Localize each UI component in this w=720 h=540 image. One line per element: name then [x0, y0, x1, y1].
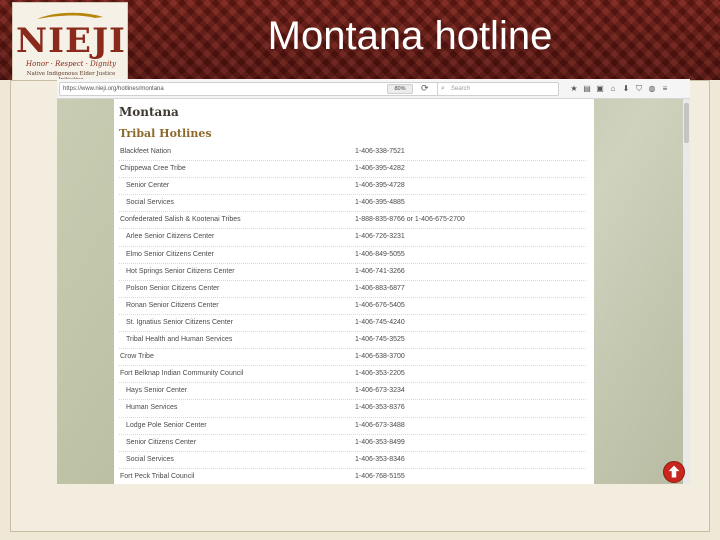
- hotline-name: Human Services: [126, 404, 178, 412]
- browser-window: https://www.nieji.org/hotlines/montana 8…: [57, 79, 690, 484]
- nieji-logo: NIEJI Honor · Respect · Dignity Native I…: [12, 2, 128, 83]
- hotline-name: Elmo Senior Citizens Center: [126, 250, 214, 258]
- clipboard-icon[interactable]: ▤: [582, 83, 592, 95]
- web-page: Montana Tribal Hotlines Blackfeet Nation…: [114, 99, 594, 484]
- hotline-name: Hot Springs Senior Citizens Center: [126, 267, 235, 275]
- hotline-name: Chippewa Cree Tribe: [120, 165, 186, 173]
- hotline-name: Fort Peck Tribal Council: [120, 472, 195, 480]
- menu-icon[interactable]: ≡: [660, 83, 670, 95]
- hotline-name: Tribal Health and Human Services: [126, 336, 233, 344]
- hotline-row: Fort Peck Tribal Council 1-406-768-5155: [119, 469, 586, 484]
- hotline-name: Senior Citizens Center: [126, 438, 197, 446]
- hotline-phone[interactable]: 1-406-395-4885: [355, 195, 405, 211]
- hotline-row: Senior Center 1-406-395-4728: [119, 178, 586, 196]
- logo-wordmark: NIEJI: [16, 21, 126, 61]
- hotline-phone[interactable]: 1-406-676-5405: [355, 298, 405, 314]
- hotline-row: Confederated Salish & Kootenai Tribes 1-8…: [119, 212, 586, 230]
- hotline-phone[interactable]: 1-406-673-3234: [355, 383, 405, 399]
- hotline-name: Polson Senior Citizens Center: [126, 284, 220, 292]
- hotline-phone[interactable]: 1-406-353-8346: [355, 452, 405, 468]
- hotline-phone[interactable]: 1-406-768-5155: [355, 469, 405, 484]
- logo-tagline: Honor · Respect · Dignity: [26, 60, 116, 68]
- slide-title: Montana hotline: [267, 14, 553, 58]
- star-icon[interactable]: ★: [569, 83, 579, 95]
- hotline-row: Hot Springs Senior Citizens Center 1-406-…: [119, 264, 586, 281]
- hotline-name: Crow Tribe: [120, 353, 154, 361]
- home-icon[interactable]: ⌂: [608, 83, 618, 95]
- feather-icon: [37, 12, 103, 19]
- hotline-name: Arlee Senior Citizens Center: [126, 233, 215, 241]
- hotline-phone[interactable]: 1-406-395-4282: [355, 161, 405, 177]
- hotline-row: Chippewa Cree Tribe 1-406-395-4282: [119, 161, 586, 179]
- hotline-row: Polson Senior Citizens Center 1-406-883-6…: [119, 281, 586, 298]
- hotline-name: St. Ignatius Senior Citizens Center: [126, 318, 233, 326]
- hotline-name: Fort Belknap Indian Community Council: [120, 370, 244, 378]
- hotline-phone[interactable]: 1-406-353-2205: [355, 366, 405, 382]
- hotline-name: Social Services: [126, 455, 174, 463]
- search-icon: ⌕: [441, 85, 445, 92]
- scroll-thumb[interactable]: [684, 103, 689, 143]
- page-title: Montana: [119, 105, 179, 119]
- hotline-phone[interactable]: 1-406-741-3266: [355, 264, 405, 280]
- hotline-row: Senior Citizens Center 1-406-353-8499: [119, 435, 586, 452]
- section-title: Tribal Hotlines: [119, 127, 212, 140]
- hotline-row: Ronan Senior Citizens Center 1-406-676-54…: [119, 298, 586, 315]
- hotline-phone[interactable]: 1-406-353-8376: [355, 400, 405, 416]
- hotline-name: Confederated Salish & Kootenai Tribes: [120, 216, 241, 224]
- hotline-row: Tribal Health and Human Services 1-406-74…: [119, 332, 586, 350]
- search-placeholder: Search: [451, 86, 471, 92]
- hotline-name: Social Services: [126, 199, 174, 207]
- download-icon[interactable]: ⬇: [621, 83, 631, 95]
- arrow-up-icon: [668, 465, 680, 478]
- hotline-name: Ronan Senior Citizens Center: [126, 301, 219, 309]
- hotline-phone[interactable]: 1-406-883-6877: [355, 281, 405, 297]
- hotline-phone[interactable]: 1-406-338-7521: [355, 144, 405, 160]
- hotline-row: Lodge Pole Senior Center 1-406-673-3488: [119, 418, 586, 435]
- hotline-row: Social Services 1-406-395-4885: [119, 195, 586, 213]
- hotline-row: Elmo Senior Citizens Center 1-406-849-505…: [119, 247, 586, 264]
- hotline-row: Arlee Senior Citizens Center 1-406-726-32…: [119, 229, 586, 247]
- hotline-row: Hays Senior Center 1-406-673-3234: [119, 383, 586, 401]
- hotline-row: Blackfeet Nation 1-406-338-7521: [119, 144, 586, 162]
- hotline-phone[interactable]: 1-406-849-5055: [355, 247, 405, 263]
- hotline-phone[interactable]: 1-888-835-8766 or 1-406-675-2700: [355, 212, 465, 228]
- shield-icon[interactable]: ⛉: [634, 83, 644, 95]
- hotline-name: Hays Senior Center: [126, 387, 188, 395]
- hotline-row: Fort Belknap Indian Community Council 1-4…: [119, 366, 586, 384]
- hotline-name: Blackfeet Nation: [120, 148, 171, 155]
- hotline-phone[interactable]: 1-406-353-8499: [355, 435, 405, 451]
- hotline-phone[interactable]: 1-406-638-3700: [355, 349, 405, 365]
- hotline-phone[interactable]: 1-406-745-4240: [355, 315, 405, 331]
- hotline-row: Crow Tribe 1-406-638-3700: [119, 349, 586, 367]
- hotline-list: Blackfeet Nation 1-406-338-7521 Chippewa C…: [119, 144, 586, 484]
- search-input[interactable]: ⌕ Search: [437, 82, 559, 96]
- page-scrollbar[interactable]: [683, 99, 690, 484]
- chat-icon[interactable]: ◍: [647, 83, 657, 95]
- lock-icon[interactable]: ▣: [595, 83, 605, 95]
- hotline-name: Lodge Pole Senior Center: [126, 421, 207, 429]
- hotline-phone[interactable]: 1-406-395-4728: [355, 178, 405, 194]
- hotline-name: Senior Center: [126, 182, 170, 190]
- back-to-top-button[interactable]: [663, 461, 685, 483]
- hotline-phone[interactable]: 1-406-726-3231: [355, 229, 405, 245]
- hotline-row: Human Services 1-406-353-8376: [119, 400, 586, 418]
- hotline-row: Social Services 1-406-353-8346: [119, 452, 586, 469]
- hotline-phone[interactable]: 1-406-673-3488: [355, 418, 405, 434]
- zoom-level[interactable]: 80%: [387, 84, 413, 94]
- hotline-row: St. Ignatius Senior Citizens Center 1-406…: [119, 315, 586, 333]
- hotline-phone[interactable]: 1-406-745-3525: [355, 332, 405, 348]
- reload-icon[interactable]: ⟳: [421, 83, 429, 93]
- browser-toolbar: https://www.nieji.org/hotlines/montana 8…: [57, 79, 690, 99]
- slide-header: NIEJI Honor · Respect · Dignity Native I…: [0, 0, 720, 83]
